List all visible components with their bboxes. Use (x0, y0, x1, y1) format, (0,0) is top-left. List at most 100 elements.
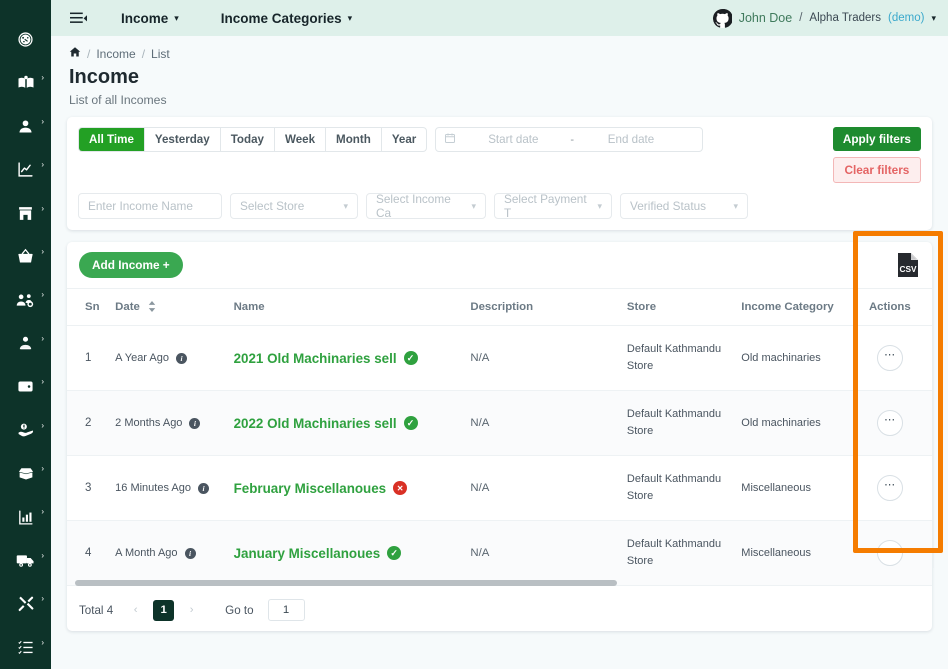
page-title: Income (69, 66, 140, 88)
cell-date: A Year Ago i (115, 325, 234, 391)
breadcrumb-item-income[interactable]: Income (96, 47, 135, 61)
cell-name: February Miscellanoues ✕ (233, 455, 471, 521)
table-row[interactable]: 2 2 Months Ago i 2022 Old Machinaries se… (67, 390, 932, 456)
date-range-picker[interactable]: Start date - End date (435, 127, 704, 152)
range-all-time[interactable]: All Time (79, 128, 145, 151)
sidebar-item-income[interactable]: › (0, 409, 51, 452)
next-page-button[interactable]: › (181, 600, 202, 621)
table-body: 1 A Year Ago i 2021 Old Machinaries sell (67, 325, 932, 586)
user-name: John Doe (738, 11, 793, 25)
row-actions-ellipsis-icon[interactable]: ⋯ (876, 410, 903, 436)
clear-filters-button[interactable]: Clear filters (832, 157, 921, 183)
info-icon[interactable]: i (176, 352, 187, 364)
income-category-select[interactable]: Select Income Ca ▾ (366, 192, 486, 220)
table-row[interactable]: 4 A Month Ago i January Miscellanoues ✓ … (67, 520, 932, 586)
chevron-right-icon: › (41, 594, 44, 604)
sidebar-item-wallet[interactable]: › (0, 365, 51, 408)
sidebar-item-staff[interactable]: › (0, 322, 51, 365)
sidebar-item-dashboard[interactable] (0, 18, 51, 61)
sort-icon[interactable] (148, 301, 156, 313)
column-date[interactable]: Date (115, 288, 234, 326)
topbar: Income ▾ Income Categories ▾ John Doe / … (51, 0, 948, 36)
cell-name: January Miscellanoues ✓ (233, 520, 471, 586)
row-actions-ellipsis-icon[interactable]: ⋯ (876, 540, 903, 566)
goto-page-input[interactable] (267, 599, 305, 621)
chevron-down-icon: ▾ (343, 200, 348, 211)
table-header: Sn Date Name Description Store Income Ca… (67, 288, 932, 326)
apply-filters-button[interactable]: Apply filters (832, 127, 921, 151)
csv-file-icon[interactable]: CSV (896, 252, 920, 278)
sidebar-item-delivery[interactable]: › (0, 539, 51, 582)
income-name-link[interactable]: 2022 Old Machinaries sell (234, 416, 397, 431)
hamburger-icon[interactable] (65, 5, 91, 31)
page-1-button[interactable]: 1 (153, 599, 175, 621)
payment-type-select[interactable]: Select Payment T ▾ (494, 192, 612, 220)
sidebar-item-settings[interactable]: › (0, 582, 51, 625)
github-avatar-icon (712, 8, 732, 28)
income-category-select-value: Select Income Ca (376, 192, 451, 220)
info-icon[interactable]: i (189, 417, 201, 429)
nav-item-income-categories[interactable]: Income Categories ▾ (221, 11, 352, 26)
range-week[interactable]: Week (275, 128, 327, 151)
sidebar-item-inventory[interactable]: › (0, 452, 51, 495)
range-yesterday[interactable]: Yesterday (145, 128, 221, 151)
cell-actions: ⋯ (847, 390, 932, 456)
nav-item-income[interactable]: Income ▾ (121, 11, 179, 26)
horizontal-scrollbar[interactable] (75, 580, 920, 587)
sidebar-item-reports[interactable]: › (0, 148, 51, 191)
cell-date: 16 Minutes Ago i (115, 455, 234, 521)
store-text: Default Kathmandu Store (626, 537, 722, 567)
verified-badge-icon: ✓ (403, 416, 418, 430)
app-window: › › › › › › › › › › › › › › Income ▾ Inc… (0, 0, 948, 669)
breadcrumb-item-list[interactable]: List (151, 47, 170, 61)
info-icon[interactable]: i (184, 547, 196, 559)
table-row[interactable]: 1 A Year Ago i 2021 Old Machinaries sell (67, 325, 932, 391)
income-name-link[interactable]: January Miscellanoues (234, 546, 381, 561)
range-today[interactable]: Today (221, 128, 275, 151)
prev-page-button[interactable]: ‹ (125, 600, 146, 621)
cell-sn: 3 (67, 455, 116, 521)
range-month[interactable]: Month (326, 128, 382, 151)
chevron-right-icon: › (41, 507, 44, 517)
info-icon[interactable]: i (198, 482, 209, 494)
cell-sn: 2 (67, 390, 116, 456)
cell-sn: 4 (67, 520, 116, 586)
chevron-right-icon: › (41, 203, 44, 213)
cell-description: N/A (470, 390, 627, 456)
main-area: Income ▾ Income Categories ▾ John Doe / … (51, 0, 948, 669)
row-actions-ellipsis-icon[interactable]: ⋯ (876, 475, 903, 501)
sidebar: › › › › › › › › › › › › › › (0, 0, 51, 669)
filter-panel: All Time Yesterday Today Week Month Year… (67, 117, 932, 230)
date-range-segmented: All Time Yesterday Today Week Month Year (78, 127, 428, 152)
add-income-button[interactable]: Add Income + (79, 252, 183, 278)
row-actions-ellipsis-icon[interactable]: ⋯ (876, 345, 903, 371)
chevron-right-icon: › (41, 550, 44, 560)
total-count-label: Total 4 (79, 603, 114, 617)
cell-description: N/A (470, 325, 627, 391)
range-year[interactable]: Year (382, 128, 427, 151)
income-name-link[interactable]: 2021 Old Machinaries sell (234, 351, 397, 366)
income-name-link[interactable]: February Miscellanoues (234, 481, 387, 496)
end-date-input[interactable]: End date (580, 133, 682, 146)
start-date-input[interactable]: Start date (462, 133, 564, 146)
income-name-input[interactable]: Enter Income Name (78, 193, 222, 219)
home-icon[interactable] (69, 46, 81, 61)
income-name-placeholder: Enter Income Name (88, 199, 193, 213)
unverified-badge-icon: ✕ (393, 481, 408, 495)
store-select[interactable]: Select Store ▾ (230, 193, 358, 219)
column-name: Name (233, 288, 471, 326)
sidebar-item-stores[interactable]: › (0, 192, 51, 235)
breadcrumb-sep-2: / (141, 46, 146, 61)
sidebar-item-sales[interactable]: › (0, 235, 51, 278)
sidebar-item-users[interactable]: › (0, 105, 51, 148)
scrollbar-thumb[interactable] (75, 580, 617, 586)
verified-badge-icon: ✓ (387, 546, 402, 560)
user-separator: / (799, 12, 803, 24)
sidebar-item-statistics[interactable]: › (0, 495, 51, 538)
sidebar-item-customers[interactable]: › (0, 278, 51, 321)
table-row[interactable]: 3 16 Minutes Ago i February Miscellanoue… (67, 455, 932, 521)
sidebar-item-tasks[interactable]: › (0, 626, 51, 669)
sidebar-item-catalog[interactable]: › (0, 61, 51, 104)
verified-status-select[interactable]: Verified Status ▾ (620, 193, 748, 219)
user-menu[interactable]: John Doe / Alpha Traders (demo) ▾ (712, 8, 936, 28)
